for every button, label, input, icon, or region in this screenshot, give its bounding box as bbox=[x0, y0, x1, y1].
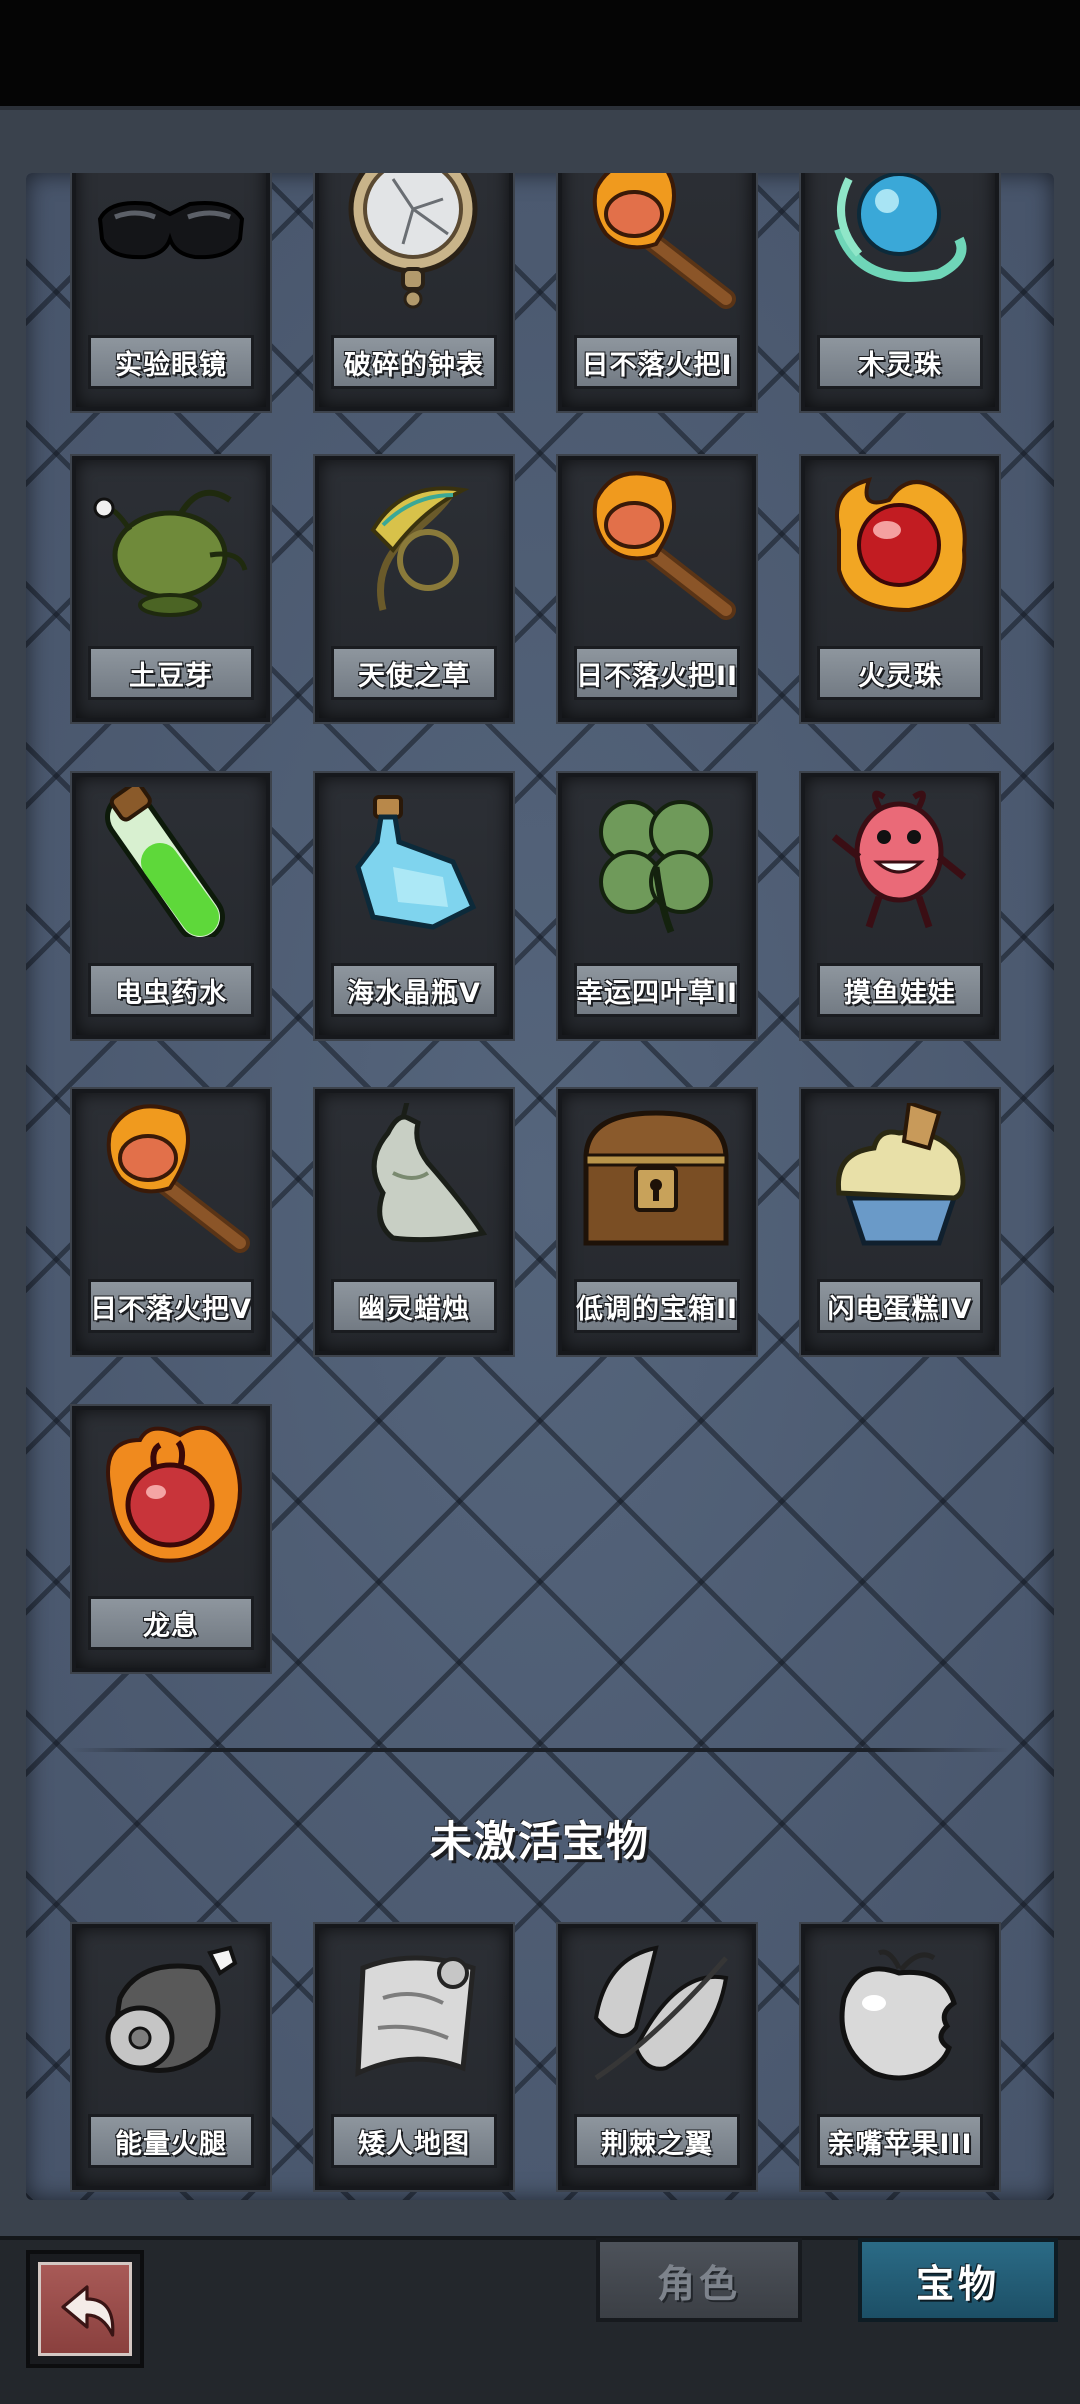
treasure-card[interactable]: 幸运四叶草II bbox=[558, 773, 756, 1039]
dragon-breath-heart-icon bbox=[106, 1425, 242, 1563]
treasure-card-inactive[interactable]: 矮人地图 bbox=[315, 1924, 513, 2190]
potato-sprout-icon bbox=[93, 489, 248, 617]
ghost-candle-icon bbox=[371, 1103, 488, 1243]
pink-doll-icon bbox=[831, 790, 967, 929]
treasure-card[interactable]: 实验眼镜 bbox=[72, 173, 270, 411]
treasure-card[interactable]: 破碎的钟表 bbox=[315, 173, 513, 411]
back-arrow-icon bbox=[61, 2285, 115, 2337]
treasure-card-inactive[interactable]: 荆棘之翼 bbox=[558, 1924, 756, 2190]
treasure-card[interactable]: 木灵珠 bbox=[801, 173, 999, 411]
tab-treasure[interactable]: 宝物 bbox=[858, 2238, 1058, 2322]
treasure-card[interactable]: 火灵珠 bbox=[801, 456, 999, 722]
treasure-card[interactable]: 天使之草 bbox=[315, 456, 513, 722]
bitten-apple-icon bbox=[839, 1949, 957, 2081]
item-label: 亲嘴苹果III bbox=[817, 2114, 983, 2168]
treasure-card[interactable]: 海水晶瓶V bbox=[315, 773, 513, 1039]
item-label: 幽灵蜡烛 bbox=[331, 1279, 497, 1333]
item-label: 土豆芽 bbox=[88, 646, 254, 700]
back-button[interactable] bbox=[26, 2250, 144, 2368]
tab-role[interactable]: 角色 bbox=[596, 2238, 802, 2322]
item-label: 摸鱼娃娃 bbox=[817, 963, 983, 1017]
item-label: 火灵珠 bbox=[817, 646, 983, 700]
item-label: 闪电蛋糕IV bbox=[817, 1279, 983, 1333]
treasure-card[interactable]: 土豆芽 bbox=[72, 456, 270, 722]
status-bar bbox=[0, 0, 1080, 106]
treasure-card-inactive[interactable]: 能量火腿 bbox=[72, 1924, 270, 2190]
item-label: 海水晶瓶V bbox=[331, 963, 497, 1017]
item-label: 矮人地图 bbox=[331, 2114, 497, 2168]
lab-goggles-icon bbox=[97, 201, 245, 260]
treasure-card-inactive[interactable]: 亲嘴苹果III bbox=[801, 1924, 999, 2190]
item-label: 日不落火把V bbox=[88, 1279, 254, 1333]
wood-spirit-orb-icon bbox=[834, 173, 967, 282]
item-label: 日不落火把I bbox=[574, 335, 740, 389]
treasure-card[interactable]: 低调的宝箱II bbox=[558, 1089, 756, 1355]
torch-icon bbox=[106, 1104, 250, 1253]
item-label: 能量火腿 bbox=[88, 2114, 254, 2168]
item-label: 天使之草 bbox=[331, 646, 497, 700]
torch-icon bbox=[592, 173, 736, 309]
treasure-card[interactable]: 龙息 bbox=[72, 1406, 270, 1672]
energy-ham-icon bbox=[105, 1945, 238, 2073]
item-label: 日不落火把II bbox=[574, 646, 740, 700]
inactive-section-title: 未激活宝物 bbox=[429, 1817, 650, 1866]
four-leaf-clover-icon bbox=[599, 800, 713, 934]
dwarf-map-icon bbox=[355, 1955, 476, 2077]
sea-crystal-bottle-icon bbox=[355, 795, 477, 930]
broken-pocket-watch-icon bbox=[348, 173, 478, 309]
item-label: 荆棘之翼 bbox=[574, 2114, 740, 2168]
green-potion-vial-icon bbox=[105, 787, 225, 937]
treasure-panel[interactable]: 实验眼镜 破碎的钟表 日不落火把I 木灵珠 土豆芽 天使之草 日不落火把II 火… bbox=[26, 173, 1054, 2200]
lightning-cake-icon bbox=[835, 1103, 966, 1246]
treasure-card[interactable]: 闪电蛋糕IV bbox=[801, 1089, 999, 1355]
treasure-card[interactable]: 日不落火把II bbox=[558, 456, 756, 722]
item-label: 幸运四叶草II bbox=[574, 963, 740, 1017]
treasure-card[interactable]: 日不落火把I bbox=[558, 173, 756, 411]
angel-grass-icon bbox=[370, 486, 470, 611]
thorn-wings-icon bbox=[593, 1945, 729, 2081]
item-label: 木灵珠 bbox=[817, 335, 983, 389]
treasure-card[interactable]: 摸鱼娃娃 bbox=[801, 773, 999, 1039]
fire-spirit-orb-icon bbox=[835, 477, 967, 613]
item-label: 破碎的钟表 bbox=[331, 335, 497, 389]
item-label: 实验眼镜 bbox=[88, 335, 254, 389]
item-label: 龙息 bbox=[88, 1596, 254, 1650]
back-button-face bbox=[38, 2262, 132, 2356]
treasure-chest-icon bbox=[583, 1110, 729, 1246]
item-label: 电虫药水 bbox=[88, 963, 254, 1017]
torch-icon bbox=[592, 471, 736, 620]
section-divider bbox=[70, 1748, 1010, 1752]
treasure-card[interactable]: 电虫药水 bbox=[72, 773, 270, 1039]
treasure-card[interactable]: 幽灵蜡烛 bbox=[315, 1089, 513, 1355]
treasure-card[interactable]: 日不落火把V bbox=[72, 1089, 270, 1355]
item-label: 低调的宝箱II bbox=[574, 1279, 740, 1333]
